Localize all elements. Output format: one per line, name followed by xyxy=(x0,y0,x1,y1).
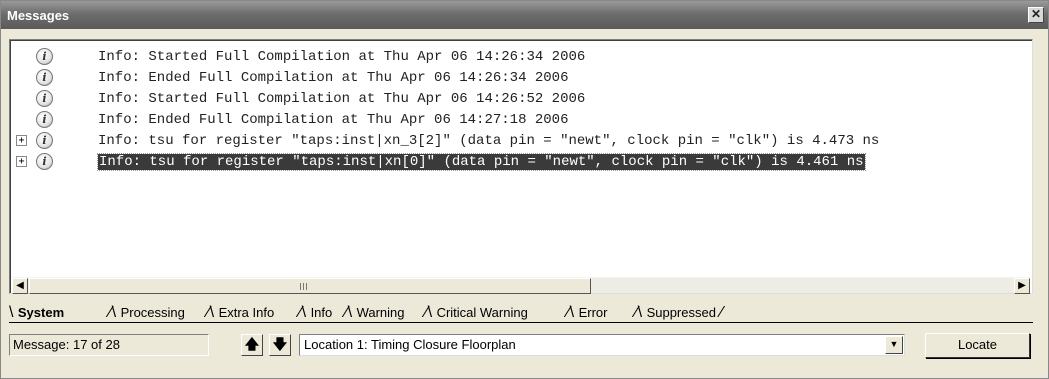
tab-warning[interactable]: ∕\ Warning xyxy=(345,304,405,323)
messages-window: Messages ✕ i Info: Started Full Compilati… xyxy=(0,0,1049,379)
message-list-panel[interactable]: i Info: Started Full Compilation at Thu A… xyxy=(9,39,1033,294)
bottom-bar: Message: 17 of 28 🡅 🡇 Location 1: Timing… xyxy=(1,328,1048,368)
tab-label: Critical Warning xyxy=(436,305,528,320)
tab-separator: ∕\ xyxy=(345,304,357,321)
chevron-down-icon[interactable]: ▼ xyxy=(885,336,903,354)
message-row[interactable]: + i Info: tsu for register "taps:inst|xn_3… xyxy=(10,130,1030,151)
tab-label: Suppressed xyxy=(646,305,716,320)
message-row[interactable]: i Info: Started Full Compilation at Thu A… xyxy=(10,46,1030,67)
info-icon: i xyxy=(36,90,53,107)
message-text: Info: tsu for register "taps:inst|xn_3[2… xyxy=(98,133,880,149)
message-text: Info: Ended Full Compilation at Thu Apr … xyxy=(98,112,569,128)
locate-button[interactable]: Locate xyxy=(925,333,1030,358)
message-text: Info: Ended Full Compilation at Thu Apr … xyxy=(98,70,569,86)
info-icon: i xyxy=(36,69,53,86)
tab-separator: ∕\ xyxy=(299,304,311,321)
message-row[interactable]: i Info: Started Full Compilation at Thu A… xyxy=(10,88,1030,109)
tab-suppressed[interactable]: ∕\ Suppressed ∕ xyxy=(635,304,723,323)
thumb-grip xyxy=(300,283,308,290)
tab-separator: ∕\ xyxy=(567,304,579,321)
tab-separator: ∕\ xyxy=(425,304,437,321)
tab-label: Info xyxy=(310,305,333,320)
tab-label: Error xyxy=(578,305,608,320)
scrollbar-thumb[interactable] xyxy=(29,278,591,294)
info-icon: i xyxy=(36,153,53,170)
location-value: Location 1: Timing Closure Floorplan xyxy=(304,337,516,352)
message-row[interactable]: i Info: Ended Full Compilation at Thu Apr… xyxy=(10,109,1030,130)
tab-separator: ∕\ xyxy=(109,304,121,321)
tab-label: System xyxy=(17,305,65,320)
tab-label: Processing xyxy=(120,305,185,320)
tab-separator: ∕ xyxy=(715,304,724,321)
message-row[interactable]: + i Info: tsu for register "taps:inst|xn[0… xyxy=(10,151,1030,172)
tab-separator: \ xyxy=(9,304,18,321)
message-text: Info: tsu for register "taps:inst|xn[0]"… xyxy=(97,153,866,171)
location-select[interactable]: Location 1: Timing Closure Floorplan ▼ xyxy=(299,334,905,356)
tab-error[interactable]: ∕\ Error xyxy=(567,304,607,323)
tab-processing[interactable]: ∕\ Processing xyxy=(109,304,185,323)
arrow-up-icon: 🡅 xyxy=(244,336,260,352)
message-text: Info: Started Full Compilation at Thu Ap… xyxy=(98,49,586,65)
next-message-button[interactable]: 🡇 xyxy=(269,334,291,356)
message-list: i Info: Started Full Compilation at Thu A… xyxy=(10,46,1030,172)
previous-message-button[interactable]: 🡅 xyxy=(241,334,263,356)
scroll-right-icon[interactable]: ▶ xyxy=(1014,278,1030,294)
expand-icon[interactable]: + xyxy=(16,135,27,146)
close-icon: ✕ xyxy=(1030,7,1042,21)
info-icon: i xyxy=(36,48,53,65)
message-row[interactable]: i Info: Ended Full Compilation at Thu Apr… xyxy=(10,67,1030,88)
window-title: Messages xyxy=(7,7,70,23)
tab-critical-warning[interactable]: ∕\ Critical Warning xyxy=(425,304,528,323)
message-tabs: \ System ∕\ Processing ∕\ Extra Info ∕\ Inf… xyxy=(9,302,1033,323)
message-text: Info: Started Full Compilation at Thu Ap… xyxy=(98,91,586,107)
info-icon: i xyxy=(36,111,53,128)
tab-extra-info[interactable]: ∕\ Extra Info xyxy=(207,304,274,323)
message-counter: Message: 17 of 28 xyxy=(9,334,209,356)
tab-info[interactable]: ∕\ Info xyxy=(299,304,332,323)
tab-separator: ∕\ xyxy=(635,304,647,321)
info-icon: i xyxy=(36,132,53,149)
tab-separator: ∕\ xyxy=(207,304,219,321)
tab-label: Warning xyxy=(356,305,405,320)
tab-system[interactable]: \ System xyxy=(9,304,64,323)
title-bar: Messages ✕ xyxy=(1,1,1048,29)
scroll-left-icon[interactable]: ◀ xyxy=(12,278,28,294)
close-button[interactable]: ✕ xyxy=(1028,7,1044,23)
tab-label: Extra Info xyxy=(218,305,275,320)
arrow-down-icon: 🡇 xyxy=(272,336,288,352)
expand-icon[interactable]: + xyxy=(16,156,27,167)
horizontal-scrollbar[interactable]: ◀ ▶ xyxy=(12,277,1030,294)
